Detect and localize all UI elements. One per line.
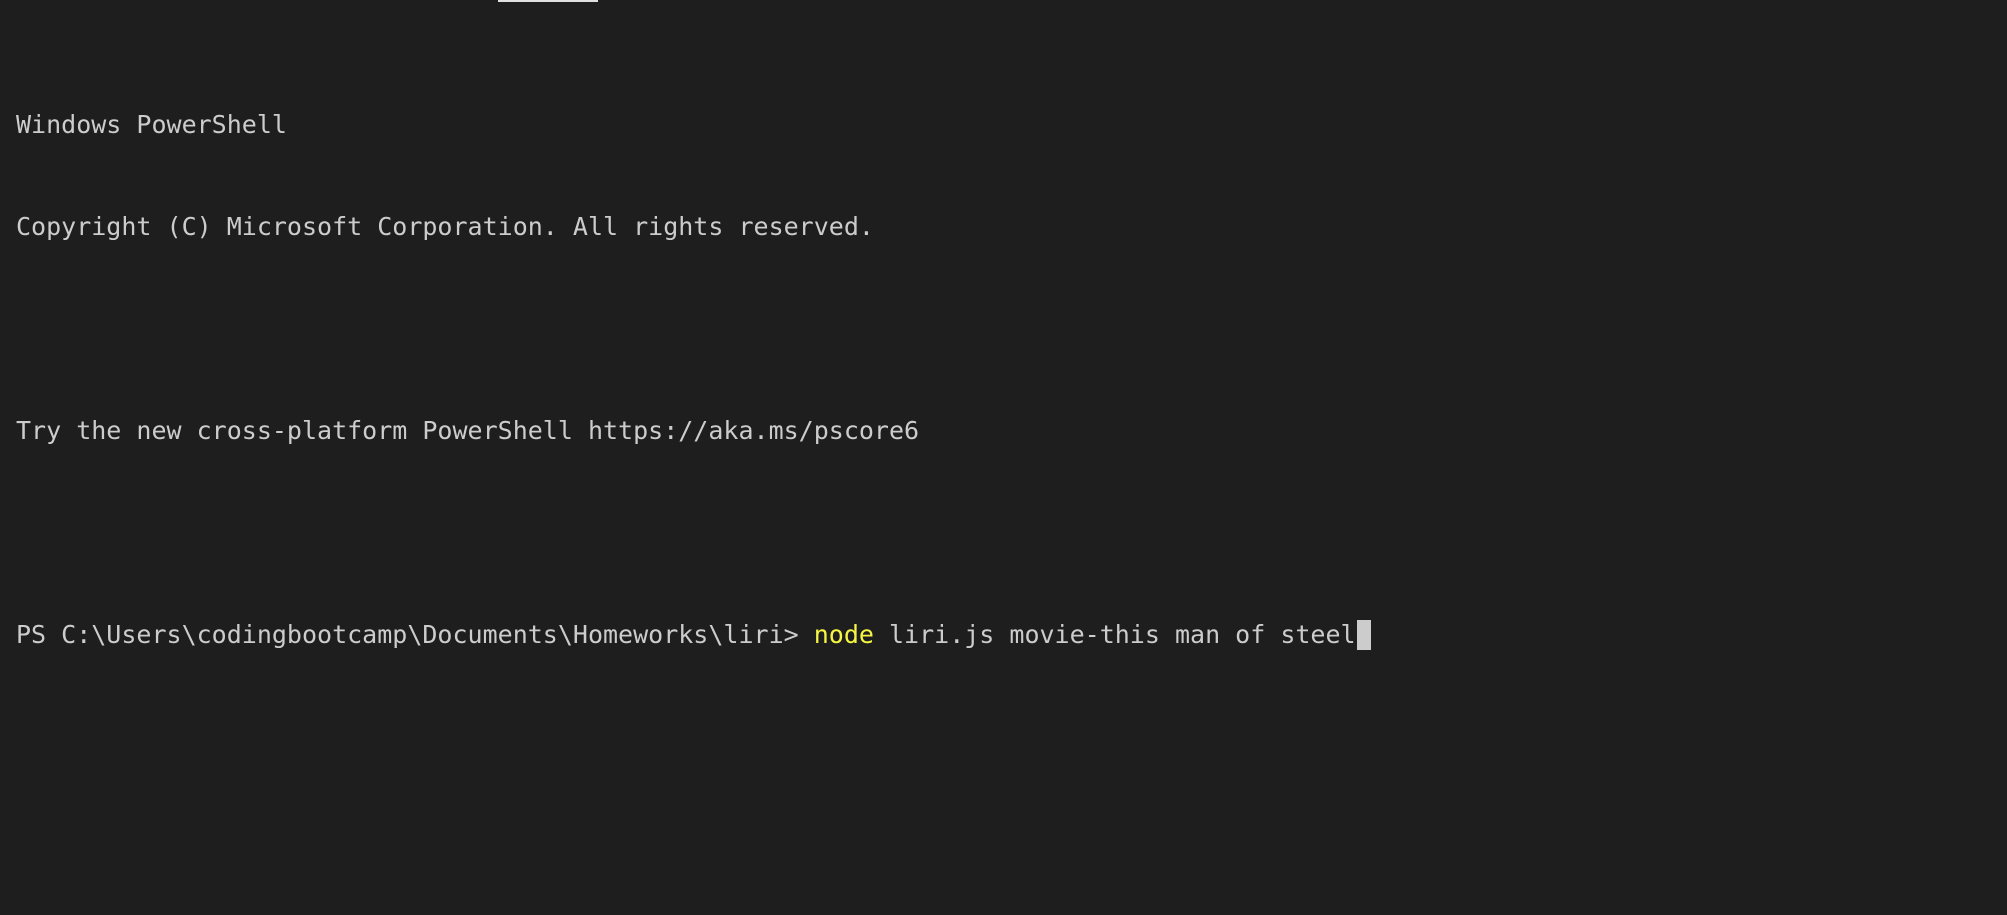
text-cursor: [1356, 620, 1371, 650]
command-args: liri.js movie-this man of steel: [873, 620, 1356, 649]
copyright-line: Copyright (C) Microsoft Corporation. All…: [16, 212, 874, 241]
prompt-text: PS C:\Users\codingbootcamp\Documents\Hom…: [16, 620, 814, 649]
header-line: Windows PowerShell: [16, 110, 287, 139]
command-keyword: node: [813, 620, 874, 649]
pscore-notice-line: Try the new cross-platform PowerShell ht…: [16, 416, 920, 445]
active-tab-indicator: [498, 0, 598, 2]
command-line[interactable]: PS C:\Users\codingbootcamp\Documents\Hom…: [16, 618, 2007, 652]
terminal-window[interactable]: Windows PowerShell Copyright (C) Microso…: [0, 0, 2007, 915]
